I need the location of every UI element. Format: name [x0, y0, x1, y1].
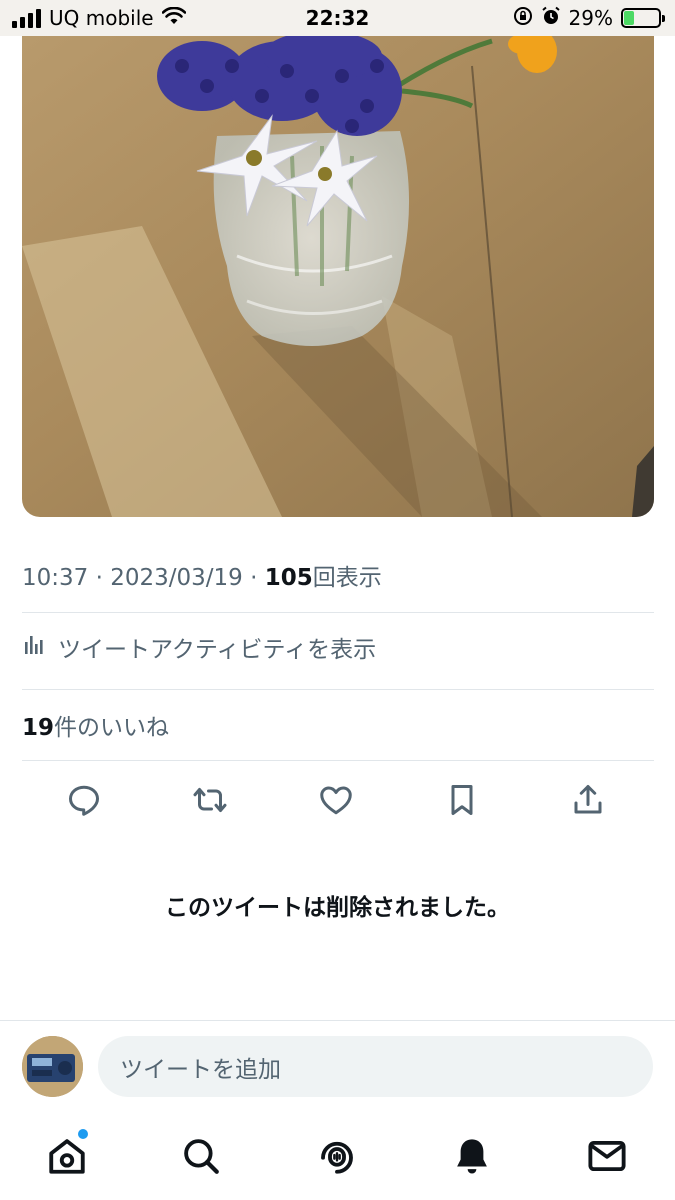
divider	[22, 612, 654, 613]
tweet-activity-link[interactable]: ツイートアクティビティを表示	[22, 630, 376, 664]
mail-icon	[588, 1140, 626, 1172]
carrier-name: UQ mobile	[49, 6, 154, 30]
deleted-tweet-notice: このツイートは削除されました。	[165, 895, 510, 921]
likes-label: 件のいいね	[54, 715, 170, 741]
orientation-lock-icon	[513, 6, 533, 31]
status-time: 22:32	[305, 6, 370, 30]
battery-icon	[621, 8, 665, 28]
views-label: 回表示	[312, 565, 382, 591]
like-button[interactable]	[316, 780, 356, 820]
tab-notifications[interactable]	[450, 1134, 494, 1178]
battery-percent: 29%	[568, 6, 613, 30]
tab-home[interactable]	[45, 1129, 89, 1178]
bookmark-button[interactable]	[442, 780, 482, 820]
likes-link[interactable]: 19件のいいね	[22, 708, 169, 742]
tweet-photo[interactable]	[22, 36, 654, 517]
share-button[interactable]	[568, 780, 608, 820]
cellular-signal-icon	[12, 8, 41, 28]
reply-icon	[69, 785, 99, 816]
analytics-icon	[22, 632, 46, 662]
views-count: 105	[264, 565, 313, 591]
search-icon	[184, 1139, 219, 1174]
divider	[22, 689, 654, 690]
wifi-icon	[161, 6, 186, 30]
tweet-timestamp: 10:37 · 2023/03/19 · 105回表示	[22, 565, 382, 591]
tweet-actions	[22, 780, 654, 822]
home-notification-dot	[78, 1129, 88, 1139]
divider	[22, 760, 654, 761]
spaces-icon	[321, 1141, 353, 1174]
reply-divider	[0, 1020, 675, 1021]
tab-messages[interactable]	[585, 1134, 629, 1178]
share-icon	[574, 785, 602, 814]
flowers-in-vase-image	[22, 36, 654, 517]
retweet-icon	[193, 788, 227, 812]
home-icon	[49, 1139, 85, 1174]
retweet-button[interactable]	[190, 780, 230, 820]
tweet-activity-label: ツイートアクティビティを表示	[58, 637, 377, 663]
heart-icon	[320, 786, 352, 815]
bell-icon	[457, 1139, 487, 1174]
tab-search[interactable]	[179, 1134, 223, 1178]
alarm-icon	[541, 6, 561, 31]
tweet-time: 10:37	[22, 565, 89, 591]
tab-spaces[interactable]	[315, 1134, 359, 1178]
reply-input[interactable]: ツイートを追加	[98, 1036, 653, 1097]
avatar[interactable]	[22, 1036, 83, 1097]
tweet-date: 2023/03/19	[110, 565, 243, 591]
bookmark-icon	[451, 785, 473, 815]
reply-placeholder: ツイートを追加	[120, 1056, 281, 1083]
bottom-navigation	[0, 1110, 675, 1200]
reply-button[interactable]	[64, 780, 104, 820]
status-bar: UQ mobile 22:32 29%	[0, 0, 675, 36]
likes-count: 19	[22, 715, 55, 741]
